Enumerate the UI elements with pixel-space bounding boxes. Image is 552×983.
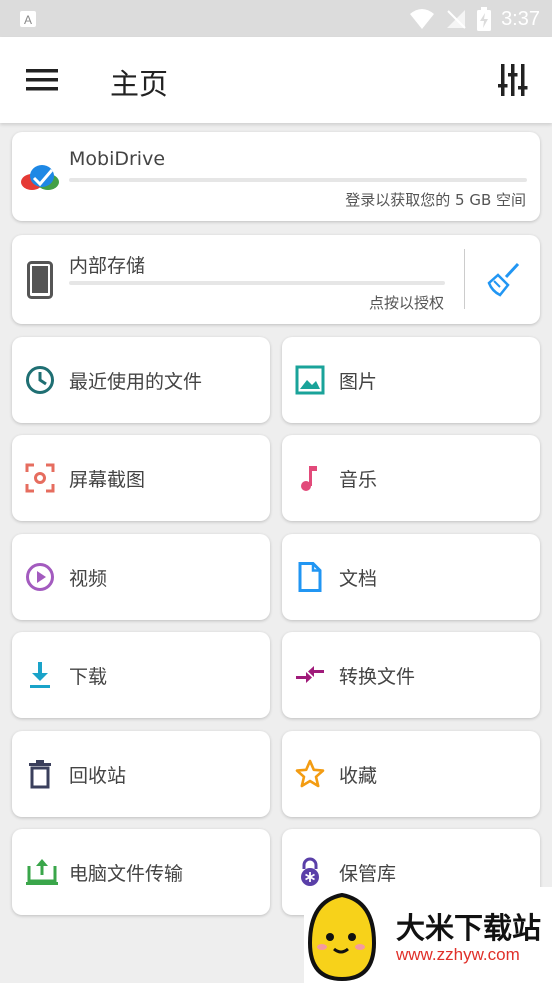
- mobidrive-card[interactable]: MobiDrive 登录以获取您的 5 GB 空间: [12, 132, 540, 221]
- tile-label: 电脑文件传输: [69, 863, 184, 885]
- internal-storage-subtitle: 点按以授权: [368, 294, 444, 312]
- trash-icon: [29, 760, 51, 789]
- tile-screenshots[interactable]: 屏幕截图: [12, 435, 270, 521]
- battery-charging-icon: [477, 7, 492, 31]
- tile-recent-files[interactable]: 最近使用的文件: [12, 337, 270, 423]
- watermark-url: www.zzhyw.com: [396, 945, 520, 964]
- tile-label: 音乐: [339, 469, 378, 491]
- broom-clean-icon[interactable]: [486, 261, 522, 297]
- tile-favorites[interactable]: 收藏: [282, 731, 540, 817]
- notification-icon: A: [20, 11, 36, 27]
- hamburger-menu-icon[interactable]: [26, 66, 58, 94]
- filter-settings-icon[interactable]: [498, 64, 528, 96]
- tile-label: 收藏: [339, 765, 378, 787]
- status-bar: A 3:37: [0, 0, 552, 37]
- app-bar: 主页: [0, 37, 552, 123]
- watermark-text: 大米下载站: [396, 911, 542, 945]
- page-title: 主页: [110, 67, 169, 101]
- internal-storage-progress-bar: [69, 281, 445, 285]
- clock-icon: [26, 366, 54, 394]
- tile-label: 屏幕截图: [69, 469, 146, 491]
- tile-recycle-bin[interactable]: 回收站: [12, 731, 270, 817]
- tile-music[interactable]: 音乐: [282, 435, 540, 521]
- tile-label: 回收站: [69, 765, 127, 787]
- screenshot-icon: [25, 463, 55, 493]
- download-icon: [30, 662, 50, 688]
- internal-storage-title: 内部存储: [69, 255, 146, 277]
- convert-icon: [296, 666, 324, 683]
- tile-images[interactable]: 图片: [282, 337, 540, 423]
- phone-icon: [27, 261, 53, 299]
- watermark-overlay: 大米下载站 www.zzhyw.com: [304, 887, 552, 983]
- tile-label: 下载: [69, 666, 108, 688]
- tile-downloads[interactable]: 下载: [12, 632, 270, 718]
- tile-label: 最近使用的文件: [69, 371, 203, 393]
- mobidrive-logo-icon: [21, 165, 59, 190]
- mobidrive-subtitle: 登录以获取您的 5 GB 空间: [345, 191, 526, 209]
- tile-documents[interactable]: 文档: [282, 534, 540, 620]
- mobidrive-progress-bar: [69, 178, 527, 182]
- mobidrive-title: MobiDrive: [69, 148, 166, 170]
- tile-label: 保管库: [339, 863, 397, 885]
- status-time: 3:37: [501, 7, 540, 30]
- music-note-icon: [301, 466, 317, 491]
- image-icon: [295, 365, 325, 395]
- tile-label: 转换文件: [339, 666, 416, 688]
- tile-videos[interactable]: 视频: [12, 534, 270, 620]
- internal-storage-card[interactable]: 内部存储 点按以授权: [12, 235, 540, 324]
- play-circle-icon: [26, 563, 54, 591]
- tile-label: 图片: [339, 371, 378, 393]
- no-signal-icon: [447, 10, 466, 29]
- star-icon: [295, 759, 325, 788]
- divider: [464, 249, 465, 309]
- tile-label: 视频: [69, 568, 108, 590]
- pc-transfer-icon: [26, 859, 58, 885]
- tile-label: 文档: [339, 568, 378, 590]
- tile-convert-files[interactable]: 转换文件: [282, 632, 540, 718]
- document-icon: [298, 562, 322, 592]
- wifi-icon: [410, 9, 435, 29]
- svg-text:A: A: [24, 13, 32, 27]
- mascot-logo-icon: [307, 892, 377, 982]
- tile-pc-file-transfer[interactable]: 电脑文件传输: [12, 829, 270, 915]
- vault-lock-icon: [301, 857, 319, 886]
